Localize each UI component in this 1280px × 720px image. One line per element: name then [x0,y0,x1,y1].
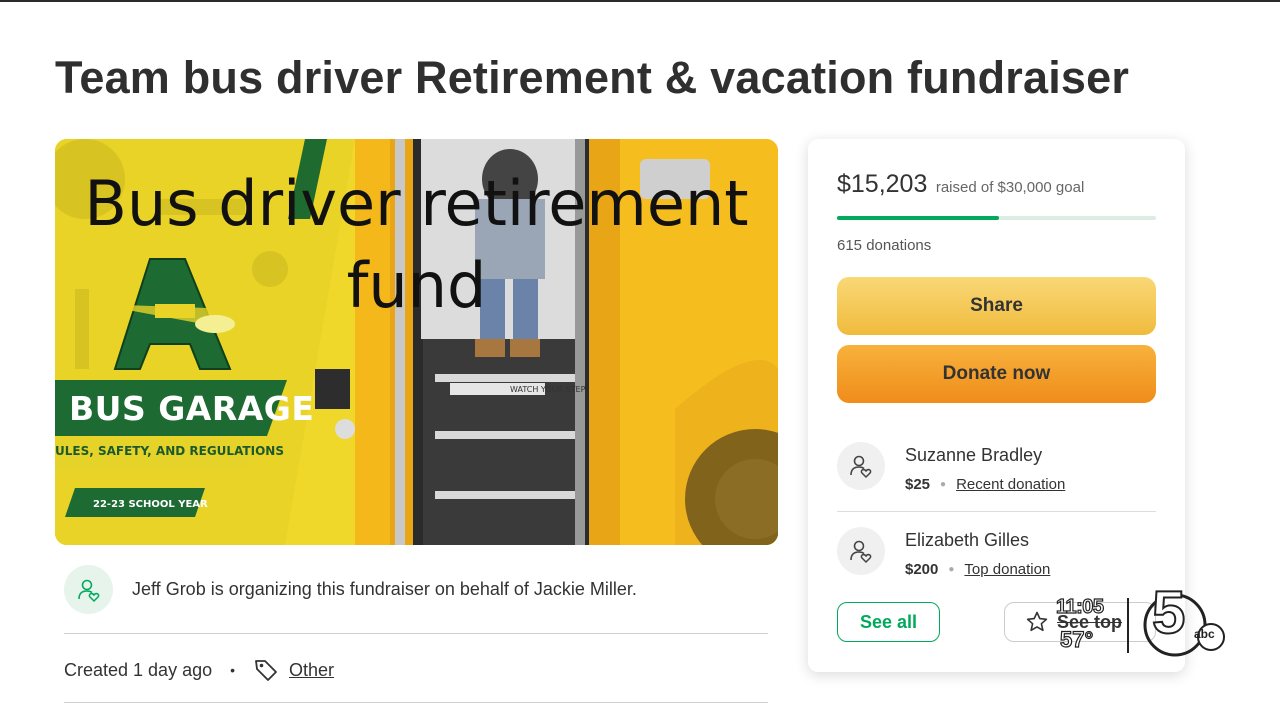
share-button[interactable]: Share [837,277,1156,335]
broadcast-separator [1127,598,1129,653]
raised-summary: $15,203 raised of $30,000 goal [837,170,1084,199]
star-icon [1026,611,1048,632]
network-logo: abc [1194,627,1215,641]
tag-icon [253,657,279,683]
hero-image: Bus driver retirement fund BUS GARAGE UL… [55,139,778,545]
progress-bar [837,216,1156,220]
hero-caption: Bus driver retirement fund [55,163,778,327]
donor-avatar [837,527,885,575]
donor-details: $25 ● Recent donation [905,476,1065,493]
donor-details: $200 ● Top donation [905,561,1050,578]
broadcast-time: 11:05 [1055,595,1104,618]
donate-now-button[interactable]: Donate now [837,345,1156,403]
dot-separator: ● [940,479,947,490]
top-donation-link[interactable]: Top donation [964,561,1050,578]
page-title: Team bus driver Retirement & vacation fu… [55,52,1130,103]
person-heart-icon [850,540,872,564]
step-sign: WATCH YOUR STEP [510,385,586,394]
dot-separator: ● [948,564,955,575]
donor-name: Suzanne Bradley [905,445,1043,465]
created-date: Created 1 day ago [64,659,213,680]
divider [64,633,768,634]
person-heart-icon [850,455,872,479]
school-year-label: 22-23 SCHOOL YEAR [93,499,208,510]
raised-amount: $15,203 [837,170,928,198]
organizer-avatar [64,565,113,614]
see-all-button[interactable]: See all [837,602,940,642]
broadcast-temperature: 57° [1059,626,1094,652]
donation-count: 615 donations [837,237,932,254]
donor-amount: $200 [905,561,939,578]
divider [837,511,1156,512]
raised-goal: raised of $30,000 goal [935,179,1085,196]
donor-avatar [837,442,885,490]
donor-name: Elizabeth Gilles [905,530,1030,550]
donor-amount: $25 [905,476,931,493]
donation-card: $15,203 raised of $30,000 goal 615 donat… [808,139,1185,672]
category-link[interactable]: Other [289,660,334,681]
divider [64,702,768,703]
fundraiser-meta: Created 1 day ago • Other [64,657,334,683]
hero-caption-line-2: fund [346,249,487,322]
meta-separator: • [230,662,236,678]
hero-caption-line-1: Bus driver retirement [84,167,749,240]
progress-fill [837,216,999,220]
top-border [0,0,1280,2]
garage-title: BUS GARAGE [69,389,315,428]
organizer-text: Jeff Grob is organizing this fundraiser … [132,579,637,599]
person-heart-icon [77,579,99,602]
garage-subtitle: ULES, SAFETY, AND REGULATIONS [55,444,284,458]
channel-number: 5 [1151,578,1186,647]
recent-donation-link[interactable]: Recent donation [956,476,1065,493]
